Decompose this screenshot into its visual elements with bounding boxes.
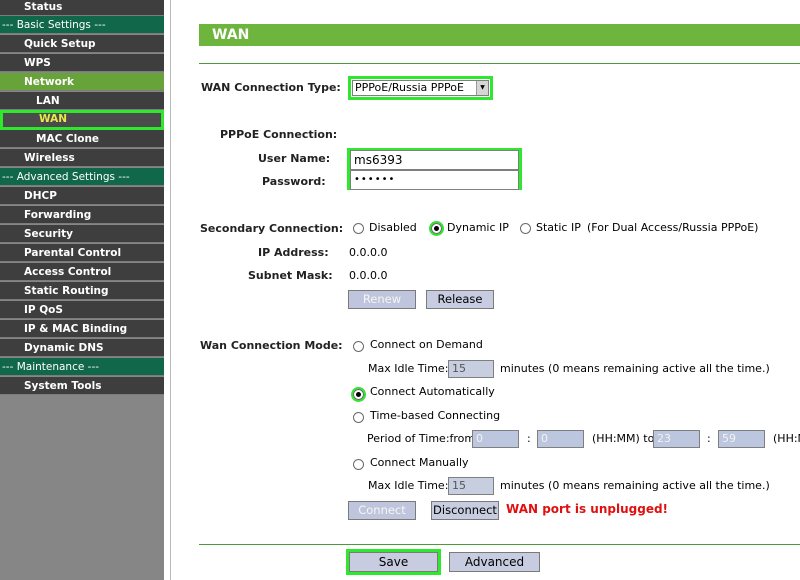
sidebar-item-ip-mac-binding[interactable]: IP & MAC Binding [0, 320, 164, 338]
sidebar-item-mac-clone[interactable]: MAC Clone [0, 130, 164, 148]
sidebar-item-network[interactable]: Network [0, 73, 164, 91]
chevron-down-icon[interactable]: ▼ [476, 81, 488, 95]
connection-mode-label: Wan Connection Mode: [200, 339, 343, 352]
period-to-label: (HH:MM) to [592, 432, 655, 445]
period-colon-2: : [707, 432, 711, 445]
max-idle-label-2: Max Idle Time: [368, 479, 449, 492]
wan-type-select[interactable]: PPPoE/Russia PPPoE ▼ [352, 80, 489, 96]
sidebar-item-security[interactable]: Security [0, 225, 164, 243]
password-input[interactable]: •••••• [350, 170, 519, 190]
sidebar-section-basic-settings: --- Basic Settings --- [0, 16, 164, 34]
wan-type-value: PPPoE/Russia PPPoE [355, 81, 464, 94]
secondary-dynamic-ip-label: Dynamic IP [447, 221, 509, 234]
disconnect-button[interactable]: Disconnect [431, 501, 499, 520]
ip-address-label: IP Address: [258, 246, 329, 259]
period-from-hh-input[interactable]: 0 [472, 430, 519, 448]
max-idle-input-1[interactable]: 15 [448, 360, 494, 378]
pppoe-section-label: PPPoE Connection: [220, 128, 338, 141]
divider-top [199, 63, 800, 64]
secondary-note: (For Dual Access/Russia PPPoE) [587, 221, 759, 234]
sidebar-section-advanced-settings: --- Advanced Settings --- [0, 168, 164, 186]
sidebar-item-access-control[interactable]: Access Control [0, 263, 164, 281]
sidebar-item-system-tools[interactable]: System Tools [0, 377, 164, 395]
renew-button[interactable]: Renew [348, 290, 416, 309]
sidebar-item-dhcp[interactable]: DHCP [0, 187, 164, 205]
username-label: User Name: [258, 152, 331, 165]
secondary-disabled-label: Disabled [369, 221, 417, 234]
max-idle-label-1: Max Idle Time: [368, 362, 449, 375]
mode-automatic-label: Connect Automatically [370, 385, 495, 398]
secondary-disabled-radio[interactable] [353, 223, 364, 234]
period-from-mm-input[interactable]: 0 [537, 430, 584, 448]
advanced-button[interactable]: Advanced [449, 552, 540, 572]
sidebar-item-forwarding[interactable]: Forwarding [0, 206, 164, 224]
sidebar-item-ip-qos[interactable]: IP QoS [0, 301, 164, 319]
wan-unplugged-warning: WAN port is unplugged! [506, 502, 669, 516]
max-idle-input-2[interactable]: 15 [448, 477, 494, 495]
mode-on-demand-label: Connect on Demand [370, 338, 483, 351]
sidebar-item-quick-setup[interactable]: Quick Setup [0, 35, 164, 53]
secondary-dynamic-ip-radio[interactable] [431, 223, 442, 234]
mode-on-demand-radio[interactable] [353, 341, 364, 352]
sidebar-item-wan[interactable]: WAN [0, 110, 164, 130]
mode-time-based-radio[interactable] [353, 412, 364, 423]
period-to-mm-input[interactable]: 59 [718, 430, 765, 448]
subnet-mask-label: Subnet Mask: [248, 269, 333, 282]
sidebar-item-lan[interactable]: LAN [0, 92, 164, 110]
password-label: Password: [262, 175, 326, 188]
period-to-hh-input[interactable]: 23 [653, 430, 700, 448]
sidebar-item-wps[interactable]: WPS [0, 54, 164, 72]
subnet-mask-value: 0.0.0.0 [349, 269, 388, 282]
divider-bottom [199, 544, 800, 545]
period-tail-label: (HH:M [773, 432, 800, 445]
mode-time-based-label: Time-based Connecting [370, 409, 501, 422]
secondary-static-ip-radio[interactable] [520, 223, 531, 234]
wan-type-label: WAN Connection Type: [201, 81, 341, 94]
username-input[interactable]: ms6393 [350, 150, 519, 170]
mode-manual-radio[interactable] [353, 459, 364, 470]
sidebar-item-static-routing[interactable]: Static Routing [0, 282, 164, 300]
release-button[interactable]: Release [426, 290, 494, 309]
sidebar-item-status[interactable]: Status [0, 0, 164, 16]
ip-address-value: 0.0.0.0 [349, 246, 388, 259]
idle-note-2: minutes (0 means remaining active all th… [500, 479, 770, 492]
sidebar-divider [170, 0, 171, 580]
secondary-static-ip-label: Static IP [536, 221, 581, 234]
page-title: WAN [199, 24, 800, 46]
sidebar-nav: Status --- Basic Settings --- Quick Setu… [0, 0, 164, 580]
save-button[interactable]: Save [349, 552, 438, 572]
mode-automatic-radio[interactable] [353, 389, 364, 400]
sidebar-item-parental-control[interactable]: Parental Control [0, 244, 164, 262]
period-label: Period of Time:from [367, 432, 476, 445]
connect-button[interactable]: Connect [348, 501, 416, 520]
sidebar-item-dynamic-dns[interactable]: Dynamic DNS [0, 339, 164, 357]
mode-manual-label: Connect Manually [370, 456, 469, 469]
sidebar-section-maintenance: --- Maintenance --- [0, 358, 164, 376]
period-colon-1: : [527, 432, 531, 445]
idle-note-1: minutes (0 means remaining active all th… [500, 362, 770, 375]
secondary-connection-label: Secondary Connection: [200, 222, 344, 235]
sidebar-item-wireless[interactable]: Wireless [0, 149, 164, 167]
